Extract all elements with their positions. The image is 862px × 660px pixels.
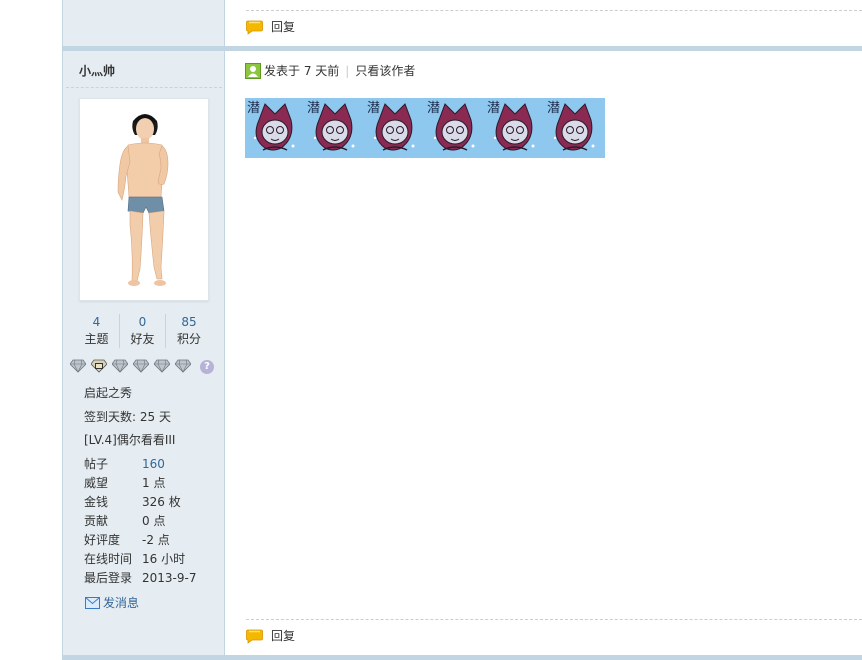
- diamond-medal-icon[interactable]: [133, 359, 149, 373]
- diamond-medal-icon[interactable]: [112, 359, 128, 373]
- reply-button[interactable]: 回复: [246, 627, 295, 644]
- info-key: 在线时间: [84, 552, 133, 566]
- send-message-link[interactable]: 发消息: [85, 594, 139, 611]
- diamond-medal-icon[interactable]: [70, 359, 86, 373]
- reply-label: 回复: [271, 20, 296, 34]
- author-stats: 4 主题 0 好友 85 积分: [74, 314, 214, 348]
- post-time: 发表于 7 天前: [264, 64, 340, 78]
- emoticon-caption: 潜: [487, 101, 500, 116]
- diamond-medal-icon[interactable]: [175, 359, 191, 373]
- medal-row: [70, 359, 191, 373]
- info-key: 金钱: [84, 495, 109, 509]
- info-value: 326 枚: [142, 495, 181, 509]
- stat-label: 主题: [84, 332, 109, 346]
- author-username[interactable]: 小灬帅: [79, 62, 115, 79]
- stat-value: 4: [92, 315, 101, 329]
- posts-count-link[interactable]: 160: [142, 457, 165, 471]
- info-value: 2013-9-7: [142, 570, 197, 585]
- forum-post-page: 回复 小灬帅 4 主题 0 好友 85 积分 ? 启起之秀 签到天数: 25 天…: [0, 0, 862, 660]
- post-meta: 发表于 7 天前 | 只看该作者: [245, 62, 415, 79]
- info-row: 威望 1 点: [84, 473, 196, 492]
- sidebar-divider: [66, 87, 222, 88]
- certificate-medal-icon[interactable]: [91, 359, 107, 373]
- stat-label: 好友: [130, 332, 155, 346]
- info-key: 好评度: [84, 533, 121, 547]
- dive-emoticon-image: 潜: [425, 98, 485, 158]
- reply-bubble-icon: [246, 629, 263, 644]
- info-key: 帖子: [84, 457, 109, 471]
- info-row: 在线时间 16 小时: [84, 549, 196, 568]
- emoticon-caption: 潜: [307, 101, 320, 116]
- info-key: 最后登录: [84, 571, 133, 585]
- info-value: 16 小时: [142, 552, 186, 566]
- dive-emoticon-image: 潜: [545, 98, 605, 158]
- dive-emoticon-image: 潜: [305, 98, 365, 158]
- info-row: 金钱 326 枚: [84, 492, 196, 511]
- meta-divider: |: [345, 63, 350, 78]
- info-value: 1 点: [142, 476, 166, 490]
- dive-emoticon-image: 潜: [485, 98, 545, 158]
- stat-points[interactable]: 85 积分: [166, 314, 212, 348]
- avatar[interactable]: [79, 98, 209, 301]
- dive-emoticon-image: 潜: [245, 98, 305, 158]
- divider: [246, 10, 862, 11]
- info-value: -2 点: [142, 533, 170, 547]
- help-icon[interactable]: ?: [200, 360, 214, 374]
- emoticon-caption: 潜: [367, 101, 380, 116]
- dive-emoticon-image: 潜: [365, 98, 425, 158]
- info-key: 威望: [84, 476, 109, 490]
- only-author-link[interactable]: 只看该作者: [355, 62, 415, 79]
- post-separator: [63, 46, 862, 51]
- info-value: 160: [142, 454, 196, 473]
- emoticon-strip: 潜潜潜潜潜潜: [245, 98, 605, 158]
- envelope-icon: [85, 596, 100, 609]
- diamond-medal-icon[interactable]: [154, 359, 170, 373]
- stat-topics[interactable]: 4 主题: [74, 314, 120, 348]
- avatar-figure-image: [117, 114, 169, 286]
- reply-label: 回复: [271, 629, 296, 643]
- info-row: 最后登录 2013-9-7: [84, 568, 196, 587]
- emoticon-caption: 潜: [547, 101, 560, 116]
- info-value: 0 点: [142, 514, 166, 528]
- author-info-table: 帖子 160 威望 1 点 金钱 326 枚 贡献 0 点 好评度 -2 点 在线时间 16…: [84, 454, 196, 587]
- stat-value: 0: [138, 315, 147, 329]
- stat-label: 积分: [176, 332, 201, 346]
- reply-button[interactable]: 回复: [246, 18, 295, 35]
- emoticon-caption: 潜: [247, 101, 260, 116]
- stat-value: 85: [181, 315, 197, 329]
- send-message-label: 发消息: [103, 596, 140, 610]
- stat-friends[interactable]: 0 好友: [120, 314, 166, 348]
- info-key: 贡献: [84, 514, 109, 528]
- info-row: 好评度 -2 点: [84, 530, 196, 549]
- divider: [246, 619, 862, 620]
- emoticon-caption: 潜: [427, 101, 440, 116]
- online-user-icon: [245, 62, 261, 79]
- info-row: 帖子 160: [84, 454, 196, 473]
- post-separator: [63, 655, 862, 660]
- user-level[interactable]: [LV.4]偶尔看看III: [84, 431, 175, 448]
- reply-bubble-icon: [246, 20, 263, 35]
- info-row: 贡献 0 点: [84, 511, 196, 530]
- left-gutter: [0, 0, 63, 660]
- sign-in-days: 签到天数: 25 天: [84, 410, 171, 424]
- rank-title: 启起之秀: [84, 386, 133, 400]
